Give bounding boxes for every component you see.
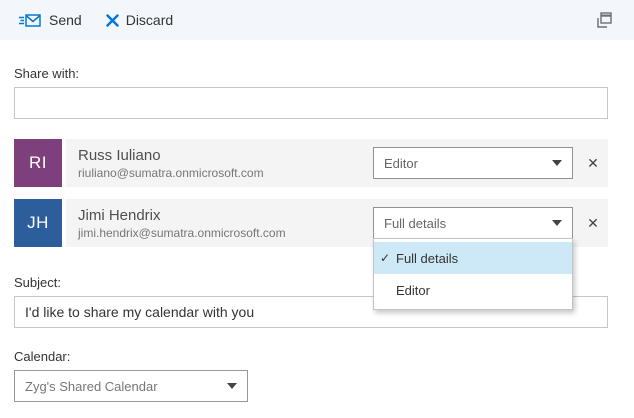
toolbar: Send Discard: [0, 0, 634, 40]
calendar-dropdown[interactable]: Zyg's Shared Calendar: [14, 370, 248, 402]
close-icon: ✕: [587, 215, 599, 232]
checkmark-icon: ✓: [380, 251, 396, 265]
discard-button-label: Discard: [126, 12, 173, 28]
share-calendar-form: Share with: RI Russ Iuliano riuliano@sum…: [0, 66, 634, 402]
person-name: Russ Iuliano: [78, 146, 264, 165]
popout-button[interactable]: [594, 10, 614, 30]
menu-item-label: Editor: [396, 283, 430, 298]
permission-value: Editor: [384, 156, 418, 171]
share-with-label: Share with:: [14, 66, 608, 81]
recipient-card: Jimi Hendrix jimi.hendrix@sumatra.onmicr…: [66, 199, 608, 247]
recipient-row: JH Jimi Hendrix jimi.hendrix@sumatra.onm…: [14, 199, 608, 247]
person-email: riuliano@sumatra.onmicrosoft.com: [78, 165, 264, 181]
menu-item-full-details[interactable]: ✓ Full details: [374, 242, 572, 274]
menu-item-label: Full details: [396, 251, 458, 266]
chevron-down-icon: [227, 383, 237, 389]
avatar: JH: [14, 199, 62, 247]
share-with-input[interactable]: [14, 87, 608, 119]
calendar-value: Zyg's Shared Calendar: [25, 379, 158, 394]
send-button-label: Send: [49, 12, 82, 28]
close-icon: ✕: [587, 155, 599, 172]
discard-x-icon: [106, 14, 119, 27]
calendar-label: Calendar:: [14, 349, 608, 364]
person-email: jimi.hendrix@sumatra.onmicrosoft.com: [78, 225, 286, 241]
permission-dropdown[interactable]: Editor: [373, 147, 573, 179]
avatar: RI: [14, 139, 62, 187]
remove-recipient-button[interactable]: ✕: [581, 207, 605, 239]
permission-menu: ✓ Full details Editor: [373, 238, 573, 310]
person-info: Jimi Hendrix jimi.hendrix@sumatra.onmicr…: [78, 206, 286, 241]
avatar-initials: RI: [29, 153, 47, 173]
recipient-list: RI Russ Iuliano riuliano@sumatra.onmicro…: [14, 139, 608, 247]
discard-button[interactable]: Discard: [106, 12, 173, 28]
recipient-row: RI Russ Iuliano riuliano@sumatra.onmicro…: [14, 139, 608, 187]
permission-value: Full details: [384, 216, 446, 231]
send-button[interactable]: Send: [18, 11, 82, 30]
open-in-new-window-icon: [594, 10, 614, 30]
person-info: Russ Iuliano riuliano@sumatra.onmicrosof…: [78, 146, 264, 181]
permission-dropdown[interactable]: Full details: [373, 207, 573, 239]
chevron-down-icon: [552, 220, 562, 226]
person-name: Jimi Hendrix: [78, 206, 286, 225]
remove-recipient-button[interactable]: ✕: [581, 147, 605, 179]
menu-item-editor[interactable]: Editor: [374, 274, 572, 306]
recipient-card: Russ Iuliano riuliano@sumatra.onmicrosof…: [66, 139, 608, 187]
send-envelope-icon: [18, 11, 42, 30]
avatar-initials: JH: [27, 213, 49, 233]
chevron-down-icon: [552, 160, 562, 166]
